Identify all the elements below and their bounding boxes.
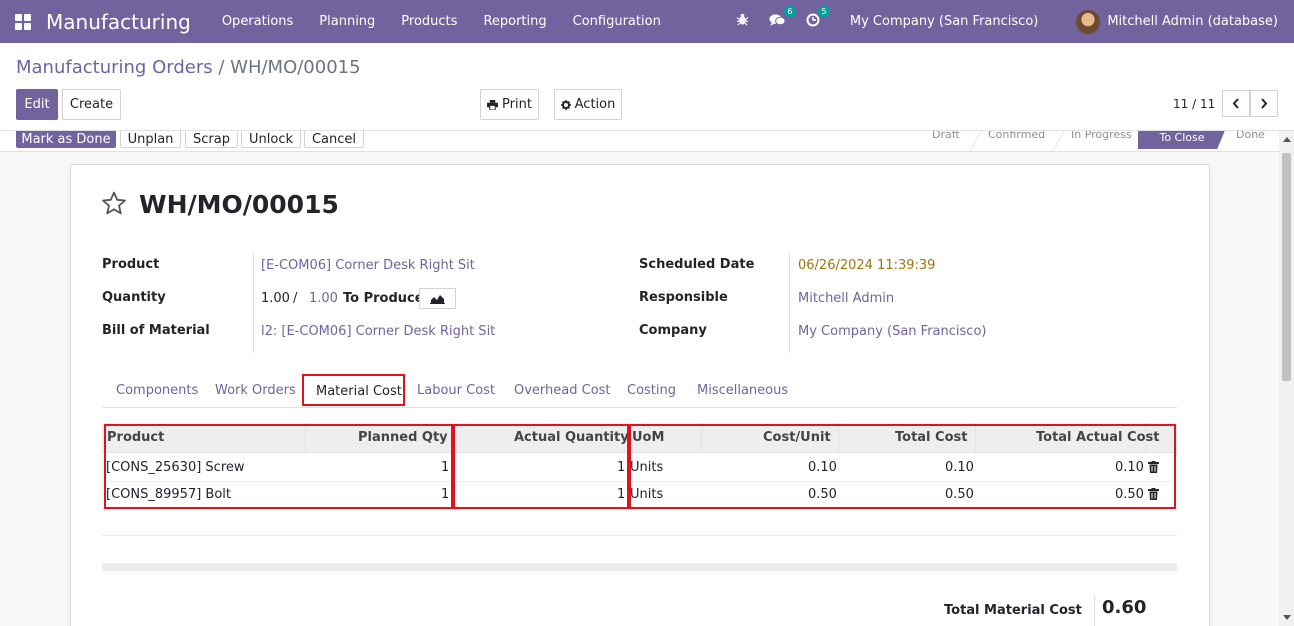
statusbar: Mark as Done Unplan Scrap Unlock Cancel … (0, 131, 1294, 152)
print-label: Print (502, 97, 532, 112)
tab-material-cost-label: Material Cost (316, 384, 402, 399)
stage-confirmed[interactable]: Confirmed (988, 131, 1045, 141)
cancel-button[interactable]: Cancel (304, 131, 364, 148)
tab-work-orders[interactable]: Work Orders (215, 383, 296, 398)
company-switcher[interactable]: My Company (San Francisco) (850, 14, 1038, 29)
company-label: Company (639, 323, 707, 338)
print-dropdown-button[interactable]: Print (480, 89, 539, 120)
section-divider-bar (102, 563, 1177, 571)
bom-label: Bill of Material (102, 323, 210, 338)
chevron-left-icon (1232, 98, 1239, 109)
activities-clock-icon[interactable]: 5 (806, 5, 830, 31)
user-menu[interactable]: Mitchell Admin (database) (1107, 14, 1278, 29)
total-divider (1094, 595, 1095, 626)
top-navbar: Manufacturing Operations Planning Produc… (0, 0, 1294, 43)
quantity-total-field[interactable]: 1.00 (309, 291, 338, 306)
menu-configuration[interactable]: Configuration (560, 14, 674, 29)
breadcrumb-current: WH/MO/00015 (230, 57, 361, 78)
chevron-right-icon (1261, 98, 1268, 109)
stage-divider (1050, 131, 1067, 151)
quantity-label: Quantity (102, 290, 166, 305)
gear-icon (560, 99, 571, 110)
edit-button[interactable]: Edit (16, 89, 58, 120)
area-chart-icon (430, 295, 445, 304)
scrollbar-thumb[interactable] (1282, 153, 1291, 381)
messages-count-badge: 6 (783, 5, 796, 17)
pager-value[interactable]: 11 / 11 (1173, 97, 1215, 111)
scheduled-date-label: Scheduled Date (639, 257, 755, 272)
menu-operations[interactable]: Operations (209, 14, 306, 29)
highlight-box-actual-quantity (453, 424, 629, 509)
quantity-done-field[interactable]: 1.00 (261, 291, 290, 306)
activities-count-badge: 5 (817, 5, 830, 17)
highlight-box-costs (629, 424, 1176, 509)
form-sheet: WH/MO/00015 Product [E-COM06] Corner Des… (70, 164, 1210, 626)
stage-draft[interactable]: Draft (932, 131, 960, 141)
create-button[interactable]: Create (62, 89, 121, 120)
quantity-separator: / (293, 291, 298, 306)
unplan-button[interactable]: Unplan (120, 131, 181, 148)
control-panel: Manufacturing Orders / WH/MO/00015 Edit … (0, 43, 1294, 131)
row-separator (102, 535, 1177, 536)
record-title: WH/MO/00015 (139, 190, 339, 219)
tab-costing[interactable]: Costing (627, 383, 676, 398)
responsible-field[interactable]: Mitchell Admin (798, 291, 894, 306)
mark-as-done-button[interactable]: Mark as Done (16, 131, 116, 148)
debug-bug-icon[interactable] (736, 13, 749, 30)
apps-grid-icon (15, 13, 31, 30)
bom-field[interactable]: l2: [E-COM06] Corner Desk Right Sit (261, 324, 495, 339)
app-brand[interactable]: Manufacturing (46, 10, 191, 34)
product-field[interactable]: [E-COM06] Corner Desk Right Sit (261, 258, 475, 273)
star-favorite-icon[interactable] (101, 191, 127, 215)
company-field[interactable]: My Company (San Francisco) (798, 324, 986, 339)
scheduled-date-field[interactable]: 06/26/2024 11:39:39 (798, 258, 935, 273)
to-produce-label: To Produce (343, 291, 424, 306)
stage-done[interactable]: Done (1236, 131, 1265, 141)
field-divider (253, 253, 254, 353)
scrap-button[interactable]: Scrap (185, 131, 238, 148)
responsible-label: Responsible (639, 290, 728, 305)
menu-products[interactable]: Products (388, 14, 470, 29)
scroll-down-arrow-icon[interactable] (1283, 615, 1291, 620)
breadcrumb-parent-link[interactable]: Manufacturing Orders (16, 57, 213, 78)
menu-planning[interactable]: Planning (306, 14, 388, 29)
tab-overhead-cost[interactable]: Overhead Cost (514, 383, 611, 398)
action-label: Action (574, 97, 616, 112)
stage-in-progress[interactable]: In Progress (1071, 131, 1132, 141)
forecast-chart-button[interactable] (419, 288, 456, 309)
field-divider (789, 253, 790, 353)
pager-previous-button[interactable] (1222, 90, 1250, 117)
product-label: Product (102, 257, 160, 272)
print-icon (487, 99, 499, 110)
breadcrumb-separator: / (218, 57, 225, 78)
scroll-up-arrow-icon[interactable] (1283, 137, 1291, 142)
page-scrollbar[interactable] (1279, 131, 1294, 626)
menu-reporting[interactable]: Reporting (470, 14, 559, 29)
total-material-cost-label: Total Material Cost (944, 603, 1082, 618)
tab-components[interactable]: Components (116, 383, 198, 398)
total-material-cost-value: 0.60 (1102, 597, 1147, 618)
stage-divider (967, 131, 984, 151)
messages-icon[interactable]: 6 (769, 5, 796, 31)
stage-to-close[interactable]: To Close (1138, 131, 1226, 149)
unlock-button[interactable]: Unlock (241, 131, 301, 148)
breadcrumb: Manufacturing Orders / WH/MO/00015 (16, 57, 361, 78)
action-dropdown-button[interactable]: Action (554, 89, 622, 120)
tab-labour-cost[interactable]: Labour Cost (417, 383, 495, 398)
user-avatar[interactable] (1076, 9, 1101, 34)
tab-miscellaneous[interactable]: Miscellaneous (697, 383, 788, 398)
highlight-box-product-planned (104, 424, 453, 509)
apps-menu-button[interactable] (0, 0, 46, 43)
pager-next-button[interactable] (1250, 90, 1278, 117)
